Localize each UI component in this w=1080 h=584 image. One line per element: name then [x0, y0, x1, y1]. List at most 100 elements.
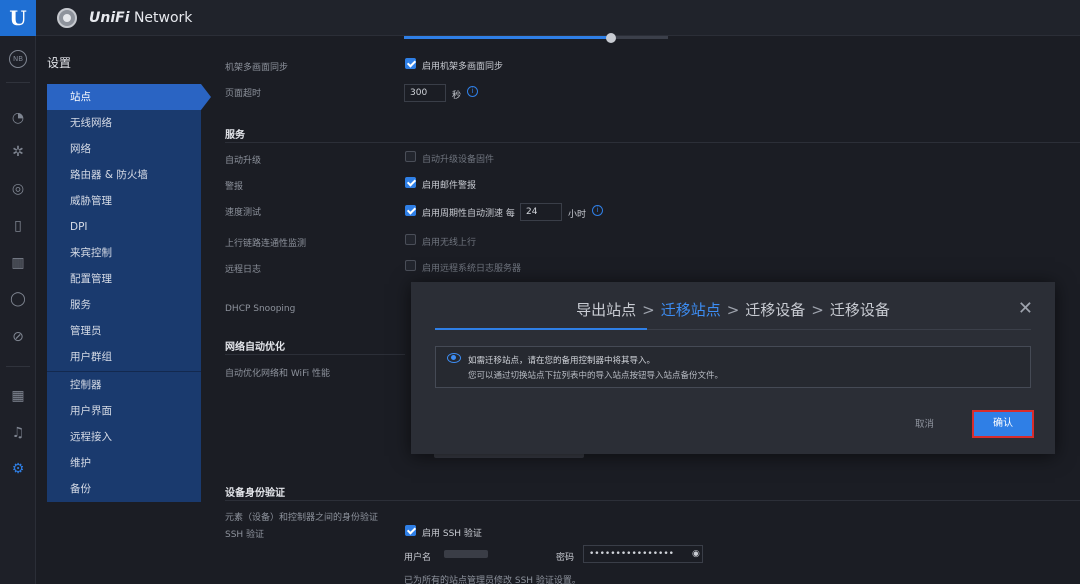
multi-sync-checkbox-label: 启用机架多画面同步: [422, 62, 504, 72]
nav-item-admins[interactable]: 管理员: [47, 318, 201, 344]
nav-item-profiles[interactable]: 配置管理: [47, 266, 201, 292]
ssh-auth-label: SSH 验证: [225, 530, 265, 540]
nav-item-backup[interactable]: 备份: [47, 476, 201, 502]
device-auth-description: 元素（设备）和控制器之间的身份验证: [225, 513, 379, 523]
wizard-steps: 导出站点 > 迁移站点 > 迁移设备 > 迁移设备: [411, 299, 1055, 320]
timeout-label: 页面超时: [225, 89, 262, 99]
section-divider: [225, 500, 1080, 501]
nav-item-guest-control[interactable]: 来宾控制: [47, 240, 201, 266]
step-migrate-devices-2: 迁移设备: [829, 301, 890, 319]
multi-sync-checkbox[interactable]: [405, 58, 416, 69]
devices-icon[interactable]: ◎: [8, 179, 28, 199]
statistics-icon[interactable]: ▥: [8, 253, 28, 273]
section-divider: [225, 142, 1080, 143]
dashboard-icon[interactable]: ◔: [8, 108, 28, 128]
icon-rail: NB ◔ ✲ ◎ ▯ ▥ ◯ ⊘ ▦ ♫ ⚙: [0, 36, 36, 584]
timeout-info-icon[interactable]: i: [467, 86, 478, 97]
chevron-right-icon: >: [642, 301, 655, 319]
auto-upgrade-checkbox[interactable]: [405, 151, 416, 162]
nav-item-user-groups[interactable]: 用户群组: [47, 344, 201, 370]
settings-gear-icon[interactable]: ⚙: [8, 459, 28, 479]
alarms-icon[interactable]: ♫: [8, 423, 28, 443]
speed-test-checkbox[interactable]: [405, 205, 416, 216]
confirm-button[interactable]: 确认: [972, 410, 1034, 438]
nav-item-user-interface[interactable]: 用户界面: [47, 398, 201, 424]
ssh-auth-checkbox-label: 启用 SSH 验证: [422, 529, 482, 539]
migrate-site-dialog: 导出站点 > 迁移站点 > 迁移设备 > 迁移设备 ✕ 如需迁移站点，请在您的备用控制器中将…: [411, 282, 1055, 454]
slider-fill: [404, 36, 610, 39]
nav-item-threat-management[interactable]: 威胁管理: [47, 188, 201, 214]
nav-item-maintenance[interactable]: 维护: [47, 450, 201, 476]
app-title: UniFi Network: [89, 10, 192, 26]
uplink-checkbox[interactable]: [405, 234, 416, 245]
brand-prefix: UniFi: [89, 10, 130, 26]
timeout-unit: 秒: [452, 91, 462, 101]
alert-checkbox[interactable]: [405, 177, 416, 188]
ssh-note: 已为所有的站点管理员修改 SSH 验证设置。: [404, 576, 581, 584]
step-export-site: 导出站点: [576, 301, 637, 319]
settings-nav: 站点 无线网络 网络 路由器 & 防火墙 威胁管理 DPI 来宾控制 配置管理 …: [47, 84, 211, 502]
info-notice: 如需迁移站点，请在您的备用控制器中将其导入。 您可以通过切换站点下拉列表中的导入…: [435, 346, 1031, 388]
speed-test-interval-input[interactable]: 24: [520, 203, 562, 221]
auto-upgrade-label: 自动升级: [225, 156, 262, 166]
nav-item-services[interactable]: 服务: [47, 292, 201, 318]
step-progress-fill: [435, 328, 647, 330]
services-section-title: 服务: [225, 130, 245, 141]
clients-icon[interactable]: ▯: [8, 216, 28, 236]
net-optimization-label: 自动优化网络和 WiFi 性能: [225, 369, 330, 379]
syslog-checkbox-label: 启用远程系统日志服务器: [422, 264, 522, 274]
map-icon[interactable]: ◯: [8, 289, 28, 309]
uplink-label: 上行链路连通性监测: [225, 239, 307, 249]
uplink-checkbox-label: 启用无线上行: [422, 238, 477, 248]
top-header: U UniFi Network: [0, 0, 1080, 36]
alert-label: 警报: [225, 182, 244, 192]
logo-letter: U: [9, 6, 27, 30]
cancel-button[interactable]: 取消: [915, 416, 934, 430]
chevron-right-icon: >: [726, 301, 740, 319]
nav-item-dpi[interactable]: DPI: [47, 214, 201, 240]
nav-item-remote-access[interactable]: 远程接入: [47, 424, 201, 450]
avatar[interactable]: NB: [9, 50, 27, 68]
ssh-password-input[interactable]: ••••••••••••••••: [583, 545, 703, 563]
brand-suffix: Network: [129, 10, 193, 26]
net-optimization-section-title: 网络自动优化: [225, 342, 285, 353]
topology-icon[interactable]: ✲: [8, 142, 28, 162]
ssh-username-label: 用户名: [404, 553, 432, 563]
unifi-logo[interactable]: U: [0, 0, 36, 36]
events-icon[interactable]: ▦: [8, 386, 28, 406]
close-icon[interactable]: ✕: [1018, 298, 1033, 319]
ssh-auth-checkbox[interactable]: [405, 525, 416, 536]
speed-test-checkbox-label: 启用周期性自动测速 每: [422, 209, 515, 219]
syslog-label: 远程日志: [225, 265, 262, 275]
notice-line-2: 您可以通过切换站点下拉列表中的导入站点按钮导入站点备份文件。: [468, 371, 724, 381]
step-migrate-site: 迁移站点: [660, 301, 721, 319]
network-app-icon: [57, 8, 77, 28]
eye-icon: [447, 353, 461, 363]
section-divider: [225, 354, 405, 355]
slider-knob[interactable]: [606, 33, 616, 43]
ssh-password-label: 密码: [556, 553, 575, 563]
speed-test-unit: 小时: [568, 210, 587, 220]
ssh-username-value-blurred[interactable]: [444, 550, 488, 558]
multi-sync-label: 机架多画面同步: [225, 63, 289, 73]
nav-item-controller[interactable]: 控制器: [47, 372, 201, 398]
speed-test-info-icon[interactable]: i: [592, 205, 603, 216]
syslog-checkbox[interactable]: [405, 260, 416, 271]
nav-item-wireless[interactable]: 无线网络: [47, 110, 201, 136]
speed-test-label: 速度测试: [225, 208, 262, 218]
device-auth-section-title: 设备身份验证: [225, 488, 285, 499]
alert-checkbox-label: 启用邮件警报: [422, 181, 477, 191]
settings-title: 设置: [47, 56, 72, 70]
timeout-input[interactable]: 300: [404, 84, 446, 102]
auto-upgrade-checkbox-label: 自动升级设备固件: [422, 155, 495, 165]
nav-item-routing-firewall[interactable]: 路由器 & 防火墙: [47, 162, 201, 188]
show-password-eye-icon[interactable]: ◉: [692, 549, 700, 559]
rail-divider: [6, 366, 30, 367]
nav-item-networks[interactable]: 网络: [47, 136, 201, 162]
nav-item-site[interactable]: 站点: [47, 84, 211, 110]
chevron-right-icon: >: [811, 301, 824, 319]
insights-icon[interactable]: ⊘: [8, 327, 28, 347]
notice-line-1: 如需迁移站点，请在您的备用控制器中将其导入。: [468, 356, 656, 366]
dhcp-snooping-label: DHCP Snooping: [225, 304, 296, 314]
step-migrate-devices: 迁移设备: [745, 301, 806, 319]
